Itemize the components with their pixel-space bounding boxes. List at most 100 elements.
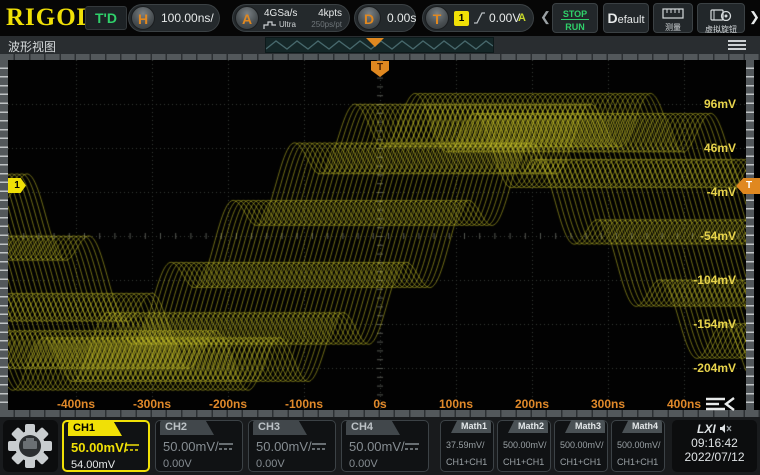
ch2-tab[interactable]: CH2 bbox=[160, 420, 214, 435]
channel-status-bar: CH1 50.00mV/ 54.00mV CH2 50.00mV/ 0.00V … bbox=[0, 417, 760, 475]
acquire-settings-button[interactable]: A 4GSa/s 4kpts Ultra 250ps/pt bbox=[232, 4, 350, 32]
ch1-offset: 54.00mV bbox=[71, 459, 115, 471]
trigger-source-badge: 1 bbox=[454, 11, 469, 26]
toolbar-scroll-left-icon[interactable]: ❮ bbox=[540, 9, 551, 25]
stop-run-button[interactable]: STOP RUN bbox=[552, 3, 598, 33]
horizontal-settings-button[interactable]: H 100.00ns/ bbox=[128, 4, 220, 32]
math2-scale: 500.00mV/ bbox=[503, 440, 547, 450]
acquire-mode: Ultra bbox=[279, 20, 296, 29]
math2-expression: CH1+CH1 bbox=[503, 457, 544, 467]
measure-button[interactable]: 测量 bbox=[653, 3, 693, 33]
acquire-knob-icon[interactable]: A bbox=[235, 6, 259, 30]
math2-tab[interactable]: Math2 bbox=[508, 420, 548, 433]
ruler-icon bbox=[662, 8, 684, 19]
trigger-level-value: 0.00V bbox=[489, 11, 520, 25]
stop-label: STOP bbox=[561, 9, 589, 20]
sample-rate: 4GSa/s bbox=[264, 8, 297, 19]
delay-settings-button[interactable]: D 0.00s bbox=[354, 4, 416, 32]
math4-tab[interactable]: Math4 bbox=[622, 420, 662, 433]
collapse-menu-icon[interactable] bbox=[704, 396, 736, 412]
math3-tab[interactable]: Math3 bbox=[565, 420, 605, 433]
math-card-math2[interactable]: Math2 500.00mV/ CH1+CH1 bbox=[497, 420, 551, 472]
ch4-scale: 50.00mV/ bbox=[349, 439, 405, 454]
trigger-slope-icon bbox=[473, 11, 486, 25]
run-label: RUN bbox=[553, 22, 597, 32]
virtual-knob-label: 虚拟旋钮 bbox=[698, 26, 744, 34]
trigger-mode: A bbox=[518, 12, 526, 24]
waveform-canvas bbox=[8, 60, 746, 410]
math3-expression: CH1+CH1 bbox=[560, 457, 601, 467]
time-label: 200ns bbox=[500, 397, 564, 411]
speaker-muted-icon bbox=[719, 423, 732, 434]
ch4-offset: 0.00V bbox=[349, 458, 378, 470]
waveform-view-title: 波形视图 bbox=[8, 38, 56, 55]
ch3-scale: 50.00mV/ bbox=[256, 439, 312, 454]
lxi-label: LXI bbox=[697, 422, 716, 436]
ch1-tab[interactable]: CH1 bbox=[68, 421, 122, 436]
ch3-tab[interactable]: CH3 bbox=[253, 420, 307, 435]
math3-scale: 500.00mV/ bbox=[560, 440, 604, 450]
virtual-knob-button[interactable]: 虚拟旋钮 bbox=[697, 3, 745, 33]
virtual-knob-icon bbox=[709, 8, 733, 21]
clock-date: 2022/07/12 bbox=[672, 450, 757, 464]
bottom-ruler bbox=[0, 410, 760, 417]
ch3-offset: 0.00V bbox=[256, 458, 285, 470]
channel-card-ch4[interactable]: CH4 50.00mV/ 0.00V bbox=[341, 420, 429, 472]
dc-coupling-icon bbox=[218, 441, 234, 451]
rigol-logo: RIGOL bbox=[6, 4, 94, 32]
volt-label: 96mV bbox=[676, 97, 736, 111]
time-label: -200ns bbox=[196, 397, 260, 411]
delay-value: 0.00s bbox=[387, 11, 416, 25]
volt-label: -54mV bbox=[676, 229, 736, 243]
ch1-scale: 50.00mV/ bbox=[71, 440, 127, 455]
preview-trigger-position-icon[interactable] bbox=[366, 38, 384, 47]
waveform-display-area: T 1 T 96mV 46mV -4mV -54mV -104mV -154mV… bbox=[8, 60, 746, 410]
gear-icon bbox=[6, 422, 54, 470]
system-status-box[interactable]: LXI 09:16:42 2022/07/12 bbox=[672, 420, 757, 472]
trigger-knob-icon[interactable]: T bbox=[425, 6, 449, 30]
trigger-status-badge: T'D bbox=[85, 6, 127, 30]
math-card-math1[interactable]: Math1 37.59mV/ CH1+CH1 bbox=[440, 420, 494, 472]
volt-label: -104mV bbox=[676, 273, 736, 287]
channel-card-ch3[interactable]: CH3 50.00mV/ 0.00V bbox=[248, 420, 336, 472]
delay-knob-icon[interactable]: D bbox=[357, 6, 381, 30]
acquire-mode-icon bbox=[263, 20, 277, 30]
sample-resolution: 250ps/pt bbox=[311, 20, 342, 29]
memory-depth: 4kpts bbox=[318, 8, 342, 19]
ch2-scale: 50.00mV/ bbox=[163, 439, 219, 454]
time-label: 100ns bbox=[424, 397, 488, 411]
volt-label: -4mV bbox=[676, 185, 736, 199]
top-status-bar: RIGOL T'D H 100.00ns/ A 4GSa/s 4kpts Ult… bbox=[0, 0, 760, 36]
ch4-tab[interactable]: CH4 bbox=[346, 420, 400, 435]
dc-coupling-icon bbox=[311, 441, 327, 451]
horizontal-scale-value: 100.00ns/ bbox=[161, 11, 214, 25]
math-card-math3[interactable]: Math3 500.00mV/ CH1+CH1 bbox=[554, 420, 608, 472]
math1-scale: 37.59mV/ bbox=[446, 440, 485, 450]
right-ruler bbox=[746, 60, 754, 410]
math1-tab[interactable]: Math1 bbox=[451, 420, 491, 433]
clock-time: 09:16:42 bbox=[672, 436, 757, 450]
toolbar-scroll-right-icon[interactable]: ❯ bbox=[749, 9, 760, 25]
trigger-settings-button[interactable]: T 1 0.00V A bbox=[422, 4, 534, 32]
ch2-offset: 0.00V bbox=[163, 458, 192, 470]
math1-expression: CH1+CH1 bbox=[446, 457, 487, 467]
channel-card-ch2[interactable]: CH2 50.00mV/ 0.00V bbox=[155, 420, 243, 472]
left-ruler bbox=[0, 60, 8, 410]
time-label: -300ns bbox=[120, 397, 184, 411]
hamburger-menu-icon[interactable] bbox=[728, 40, 746, 52]
dc-coupling-icon bbox=[404, 441, 420, 451]
volt-label: -154mV bbox=[676, 317, 736, 331]
timebase-preview-strip[interactable] bbox=[265, 37, 494, 53]
math4-scale: 500.00mV/ bbox=[617, 440, 661, 450]
horizontal-knob-icon[interactable]: H bbox=[131, 6, 155, 30]
math-card-math4[interactable]: Math4 500.00mV/ CH1+CH1 bbox=[611, 420, 665, 472]
volt-label: 46mV bbox=[676, 141, 736, 155]
math4-expression: CH1+CH1 bbox=[617, 457, 658, 467]
default-button[interactable]: Default bbox=[603, 3, 649, 33]
time-label: -400ns bbox=[44, 397, 108, 411]
time-label: 300ns bbox=[576, 397, 640, 411]
settings-gear-button[interactable] bbox=[3, 420, 58, 472]
channel-card-ch1[interactable]: CH1 50.00mV/ 54.00mV bbox=[62, 420, 150, 472]
volt-label: -204mV bbox=[676, 361, 736, 375]
waveform-view-bar: 波形视图 bbox=[0, 36, 760, 54]
